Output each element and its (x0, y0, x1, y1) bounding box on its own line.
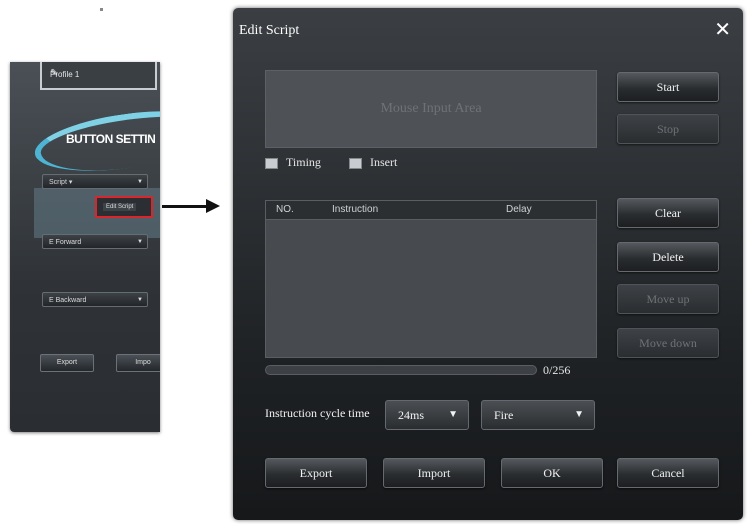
edit-script-label: Edit Script (103, 203, 137, 211)
panel-import-button[interactable]: Impo (116, 354, 160, 372)
edit-script-dialog: Edit Script ✕ Mouse Input Area Start Sto… (233, 8, 743, 520)
insert-checkbox[interactable]: Insert (349, 155, 397, 170)
select-value: E Backward (49, 297, 87, 304)
function-select-script[interactable]: Script ▾ (42, 174, 148, 190)
button-settings-panel: Profile 1 ✎ BUTTON SETTIN Script ▾ Edit … (10, 62, 160, 432)
pencil-icon[interactable]: ✎ (50, 68, 145, 79)
function-select-forward[interactable]: E Forward (42, 234, 148, 250)
edit-script-button-highlight[interactable]: Edit Script (95, 196, 153, 218)
start-button[interactable]: Start (617, 72, 719, 102)
cycle-time-select[interactable]: 24ms ▼ (385, 400, 469, 430)
select-value: Script ▾ (49, 179, 73, 186)
chevron-down-icon: ▼ (448, 409, 458, 420)
column-instruction: Instruction (332, 204, 379, 215)
column-no: NO. (276, 204, 294, 215)
column-delay: Delay (506, 204, 532, 215)
section-title: BUTTON SETTIN (66, 132, 156, 146)
move-up-button[interactable]: Move up (617, 284, 719, 314)
close-icon[interactable]: ✕ (714, 20, 731, 40)
cycle-time-value: 24ms (398, 408, 425, 422)
checkbox-square[interactable] (349, 157, 362, 169)
ok-button[interactable]: OK (501, 458, 603, 488)
cancel-button[interactable]: Cancel (617, 458, 719, 488)
select-value: E Forward (49, 239, 82, 246)
pointer-arrow-head (206, 199, 220, 213)
chevron-down-icon: ▼ (574, 409, 584, 420)
instruction-list-header: NO. Instruction Delay (266, 201, 596, 220)
export-button[interactable]: Export (265, 458, 367, 488)
instruction-list[interactable]: NO. Instruction Delay (265, 200, 597, 358)
mode-select[interactable]: Fire ▼ (481, 400, 595, 430)
move-down-button[interactable]: Move down (617, 328, 719, 358)
mode-value: Fire (494, 408, 514, 422)
cycle-time-label: Instruction cycle time (265, 406, 370, 420)
timing-checkbox[interactable]: Timing (265, 155, 321, 170)
function-select-backward[interactable]: E Backward (42, 292, 148, 308)
pointer-arrow-line (162, 205, 212, 208)
stop-button[interactable]: Stop (617, 114, 719, 144)
instruction-capacity-bar (265, 365, 537, 375)
dialog-title: Edit Script (239, 23, 300, 38)
checkbox-square[interactable] (265, 157, 278, 169)
profile-name-box[interactable]: Profile 1 ✎ (40, 62, 157, 90)
instruction-counter: 0/256 (543, 363, 571, 377)
decorative-dot (100, 8, 103, 11)
insert-label: Insert (370, 155, 398, 169)
mouse-input-area[interactable]: Mouse Input Area (265, 70, 597, 148)
clear-button[interactable]: Clear (617, 198, 719, 228)
delete-button[interactable]: Delete (617, 242, 719, 272)
timing-label: Timing (286, 155, 321, 169)
panel-export-button[interactable]: Export (40, 354, 94, 372)
import-button[interactable]: Import (383, 458, 485, 488)
